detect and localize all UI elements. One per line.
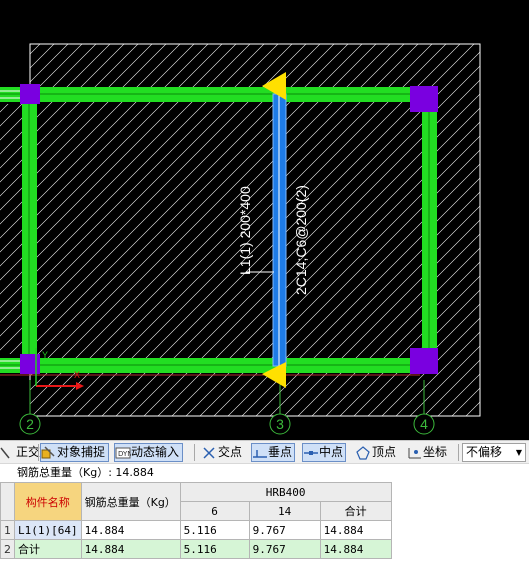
rebar-summary-text: 钢筋总重量（Kg）: 14.884 bbox=[17, 466, 154, 479]
midpoint-label: 中点 bbox=[319, 445, 344, 459]
column-bottom-right[interactable] bbox=[410, 348, 438, 374]
cell-name[interactable]: L1(1)[64] bbox=[14, 520, 82, 540]
intersection-snap[interactable]: 交点 bbox=[202, 443, 242, 462]
midpoint-snap[interactable]: 中点 bbox=[302, 443, 347, 462]
cell-d6[interactable]: 5.116 bbox=[179, 539, 250, 559]
column-bottom-left[interactable] bbox=[20, 354, 40, 374]
offset-select[interactable]: 不偏移 ▼ bbox=[462, 443, 526, 462]
coordinate-label: 坐标 bbox=[423, 445, 448, 459]
column-header-group[interactable]: HRB400 bbox=[179, 482, 392, 502]
corner-cell bbox=[0, 482, 15, 521]
column-header-14[interactable]: 14 bbox=[248, 501, 321, 521]
cell-d14[interactable]: 9.767 bbox=[248, 539, 321, 559]
perpendicular-icon bbox=[252, 446, 267, 460]
column-header-total[interactable]: 钢筋总重量（Kg） bbox=[80, 482, 181, 521]
vertex-snap[interactable]: 顶点 bbox=[356, 443, 396, 462]
column-top-right[interactable] bbox=[410, 86, 438, 112]
ortho-label: 正交 bbox=[16, 445, 41, 459]
rebar-label[interactable]: 2C14;C6@200(2) bbox=[293, 185, 309, 295]
midpoint-icon bbox=[303, 446, 318, 460]
vertex-icon bbox=[356, 445, 370, 460]
cell-name[interactable]: 合计 bbox=[14, 539, 82, 559]
column-header-6[interactable]: 6 bbox=[179, 501, 250, 521]
snap-icon bbox=[41, 445, 55, 460]
snap-toolbar: 正交 对象捕捉 DYN 动态输入 交点 垂点 中点 顶点 坐标 不偏移 ▼ bbox=[0, 440, 529, 464]
svg-text:X: X bbox=[74, 370, 80, 380]
row-index[interactable]: 1 bbox=[0, 520, 15, 540]
row-index[interactable]: 2 bbox=[0, 539, 15, 559]
beam-label[interactable]: L1(1) 200*400 bbox=[237, 186, 253, 275]
column-header-name[interactable]: 构件名称 bbox=[14, 482, 82, 521]
column-top-left[interactable] bbox=[20, 84, 40, 104]
cell-total[interactable]: 14.884 bbox=[80, 539, 181, 559]
intersection-icon bbox=[202, 446, 216, 460]
svg-text:Y: Y bbox=[42, 350, 48, 360]
dynamic-input-icon: DYN bbox=[115, 446, 133, 460]
cell-sum[interactable]: 14.884 bbox=[319, 539, 392, 559]
cell-sum[interactable]: 14.884 bbox=[319, 520, 392, 540]
table-row[interactable]: 1 L1(1)[64] 14.884 5.116 9.767 14.884 bbox=[0, 520, 392, 540]
table-row[interactable]: 2 合计 14.884 5.116 9.767 14.884 bbox=[0, 539, 392, 559]
coordinate-snap[interactable]: 坐标 bbox=[407, 443, 447, 462]
coordinate-icon bbox=[407, 446, 421, 460]
cell-d14[interactable]: 9.767 bbox=[248, 520, 321, 540]
axis-label-2: 2 bbox=[26, 416, 34, 432]
ortho-toggle[interactable]: 正交 bbox=[0, 443, 40, 462]
object-snap-toggle[interactable]: 对象捕捉 bbox=[40, 443, 110, 462]
dynamic-input-label: 动态输入 bbox=[131, 445, 180, 459]
intersection-label: 交点 bbox=[218, 445, 243, 459]
cell-total[interactable]: 14.884 bbox=[80, 520, 181, 540]
column-header-sum[interactable]: 合计 bbox=[319, 501, 392, 521]
object-snap-label: 对象捕捉 bbox=[57, 445, 106, 459]
svg-text:DYN: DYN bbox=[118, 450, 131, 458]
drawing-canvas[interactable]: L1(1) 200*400 2C14;C6@200(2) Y X 2 3 4 bbox=[0, 0, 529, 440]
rebar-summary: 钢筋总重量（Kg）: 14.884 bbox=[0, 464, 529, 482]
cell-d6[interactable]: 5.116 bbox=[179, 520, 250, 540]
perpendicular-label: 垂点 bbox=[268, 445, 293, 459]
ortho-icon bbox=[0, 446, 14, 460]
dynamic-input-toggle[interactable]: DYN 动态输入 bbox=[114, 443, 184, 462]
rebar-table: 构件名称 钢筋总重量（Kg） HRB400 6 14 合计 1 L1(1)[64… bbox=[0, 482, 392, 559]
axis-label-4: 4 bbox=[420, 416, 428, 432]
rebar-table-container: 构件名称 钢筋总重量（Kg） HRB400 6 14 合计 1 L1(1)[64… bbox=[0, 482, 529, 581]
vertex-label: 顶点 bbox=[372, 445, 397, 459]
drawing-svg[interactable]: L1(1) 200*400 2C14;C6@200(2) Y X 2 3 4 bbox=[0, 0, 529, 440]
axis-label-3: 3 bbox=[276, 416, 284, 432]
chevron-down-icon: ▼ bbox=[515, 448, 522, 457]
perpendicular-snap[interactable]: 垂点 bbox=[251, 443, 296, 462]
offset-select-value: 不偏移 bbox=[466, 445, 503, 459]
